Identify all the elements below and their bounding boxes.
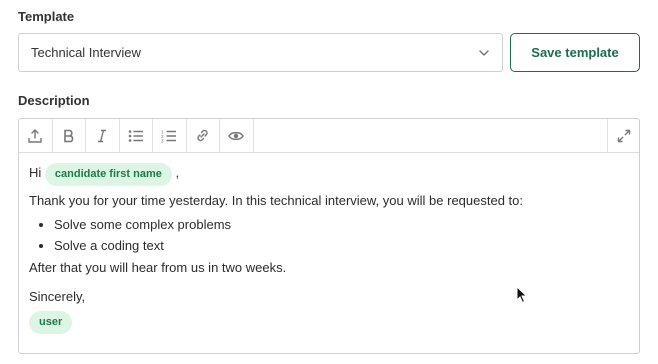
svg-text:3: 3 <box>161 138 164 143</box>
user-chip[interactable]: user <box>29 311 73 335</box>
template-select[interactable]: Technical Interview <box>18 33 503 72</box>
mouse-cursor-icon <box>516 285 528 309</box>
requirements-list: Solve some complex problems Solve a codi… <box>29 217 629 254</box>
bold-icon[interactable] <box>53 119 86 152</box>
greeting-comma: , <box>175 165 180 180</box>
numbered-list-icon[interactable]: 123 <box>153 119 187 152</box>
save-template-button[interactable]: Save template <box>510 33 640 72</box>
user-line: user <box>29 311 629 335</box>
signoff-text: Sincerely, <box>29 288 86 304</box>
greeting-line: Hi candidate first name , <box>29 163 629 187</box>
template-label: Template <box>18 9 75 24</box>
after-text: After that you will hear from us in two … <box>29 259 287 275</box>
chevron-down-icon <box>478 47 490 59</box>
greeting-text: Hi <box>29 165 42 180</box>
bulleted-list-icon[interactable] <box>120 119 153 152</box>
list-item: Solve some complex problems <box>54 217 629 233</box>
list-item: Solve a coding text <box>54 238 629 254</box>
italic-icon[interactable] <box>86 119 120 152</box>
preview-eye-icon[interactable] <box>220 119 254 152</box>
intro-text: Thank you for your time yesterday. In th… <box>29 193 523 209</box>
fullscreen-icon[interactable] <box>607 119 639 152</box>
editor-content[interactable]: Hi candidate first name , Thank you for … <box>19 153 639 335</box>
description-editor[interactable]: 123 Hi candidate first name , Thank you … <box>18 118 640 354</box>
description-label: Description <box>18 93 90 108</box>
candidate-first-name-chip[interactable]: candidate first name <box>44 163 172 187</box>
link-icon[interactable] <box>187 119 220 152</box>
upload-icon[interactable] <box>19 119 53 152</box>
template-select-value: Technical Interview <box>31 45 141 60</box>
editor-toolbar: 123 <box>19 119 639 153</box>
